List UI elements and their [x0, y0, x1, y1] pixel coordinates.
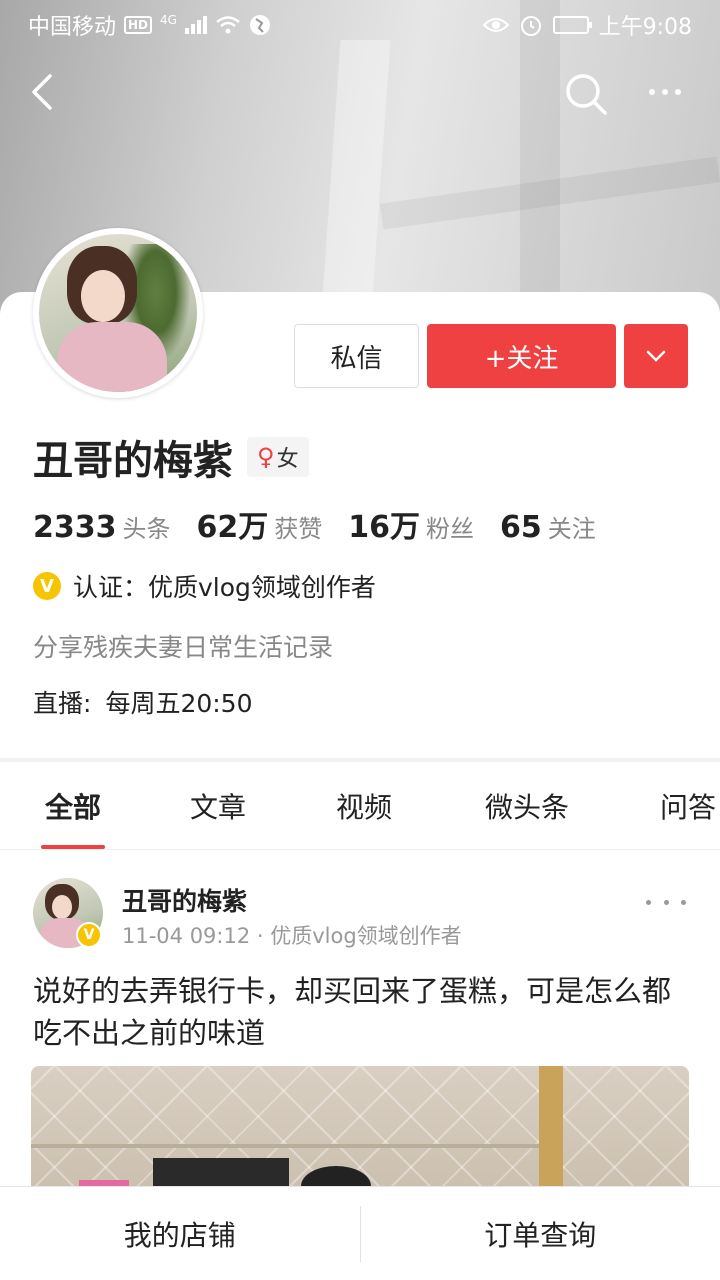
- signal-icon: [184, 16, 207, 34]
- top-nav: [0, 62, 720, 122]
- stat-likes[interactable]: 62万 获赞: [197, 502, 323, 546]
- back-button[interactable]: [22, 70, 66, 114]
- dot-icon: [662, 89, 668, 95]
- profile-name: 丑哥的梅紫: [33, 438, 233, 484]
- dot-icon: [675, 89, 681, 95]
- stat-label: 获赞: [274, 515, 323, 543]
- battery-icon: [552, 16, 592, 34]
- profile-stats: 2333 头条 62万 获赞 16万 粉丝 65 关注: [33, 502, 622, 546]
- post-meta: 11-04 09:12 · 优质vlog领域创作者: [122, 924, 462, 948]
- live-time: 每周五20:50: [105, 689, 253, 718]
- stat-value: 65: [500, 510, 542, 545]
- eye-icon: [482, 18, 509, 32]
- chevron-left-icon: [32, 74, 52, 110]
- stat-following[interactable]: 65 关注: [500, 509, 596, 545]
- stat-headlines[interactable]: 2333 头条: [33, 509, 171, 545]
- live-label: 直播:: [33, 689, 92, 718]
- verification-text: 认证：优质vlog领域创作者: [73, 573, 376, 602]
- post-author-name[interactable]: 丑哥的梅紫: [122, 882, 247, 918]
- carrier-label: 中国移动: [28, 15, 117, 40]
- order-query-button[interactable]: 订单查询: [361, 1187, 720, 1280]
- follow-button[interactable]: +关注: [427, 324, 616, 388]
- post-image[interactable]: [31, 1066, 689, 1196]
- recommend-dropdown-button[interactable]: [624, 324, 688, 388]
- message-button[interactable]: 私信: [294, 324, 419, 388]
- hd-badge: HD: [124, 16, 153, 34]
- search-button[interactable]: [562, 70, 610, 118]
- alarm-icon: [520, 16, 541, 36]
- stat-label: 粉丝: [426, 515, 474, 543]
- clock-label: 上午9:08: [598, 15, 692, 40]
- profile-bio: 分享残疾夫妻日常生活记录: [33, 633, 334, 662]
- stat-value: 62万: [196, 510, 269, 545]
- tab-all[interactable]: 全部: [41, 762, 105, 849]
- post-more-button[interactable]: [646, 892, 686, 912]
- globe-icon: [249, 15, 270, 35]
- verified-icon: V: [33, 572, 61, 600]
- network-label: 4G: [160, 13, 177, 27]
- dot-icon: [646, 899, 651, 905]
- tab-videos[interactable]: 视频: [333, 762, 395, 849]
- live-schedule: 直播: 每周五20:50: [33, 684, 252, 720]
- dot-icon: [663, 899, 669, 905]
- more-options-button[interactable]: [640, 72, 690, 112]
- dot-icon: [681, 899, 686, 905]
- female-icon: ♀: [257, 443, 275, 471]
- dot-icon: [649, 89, 655, 95]
- verification-row: V 认证：优质vlog领域创作者: [33, 568, 376, 604]
- verified-icon: V: [76, 922, 102, 948]
- stat-value: 16万: [348, 510, 420, 545]
- profile-avatar[interactable]: [33, 228, 203, 398]
- wifi-icon: [216, 16, 240, 34]
- status-bar: 中国移动 HD 4G 上午9:08: [0, 0, 720, 50]
- stat-fans[interactable]: 16万 粉丝: [348, 502, 474, 546]
- stat-label: 头条: [122, 515, 171, 543]
- gender-badge: ♀ 女: [247, 437, 309, 477]
- content-tabs: 全部 文章 视频 微头条 问答: [0, 762, 720, 850]
- stat-label: 关注: [547, 515, 596, 543]
- my-shop-button[interactable]: 我的店铺: [0, 1187, 360, 1280]
- stat-value: 2333: [33, 510, 117, 545]
- search-icon: [566, 74, 607, 115]
- post-text[interactable]: 说好的去弄银行卡，却买回来了蛋糕，可是怎么都吃不出之前的味道: [33, 970, 693, 1054]
- tab-articles[interactable]: 文章: [187, 762, 249, 849]
- chevron-down-icon: [646, 350, 666, 362]
- gender-label: 女: [276, 447, 299, 472]
- profile-name-row: 丑哥的梅紫 ♀ 女: [33, 428, 309, 486]
- bottom-bar: 我的店铺 订单查询: [0, 1186, 720, 1280]
- tab-micro-headlines[interactable]: 微头条: [479, 762, 575, 849]
- tab-qa[interactable]: 问答: [657, 762, 719, 849]
